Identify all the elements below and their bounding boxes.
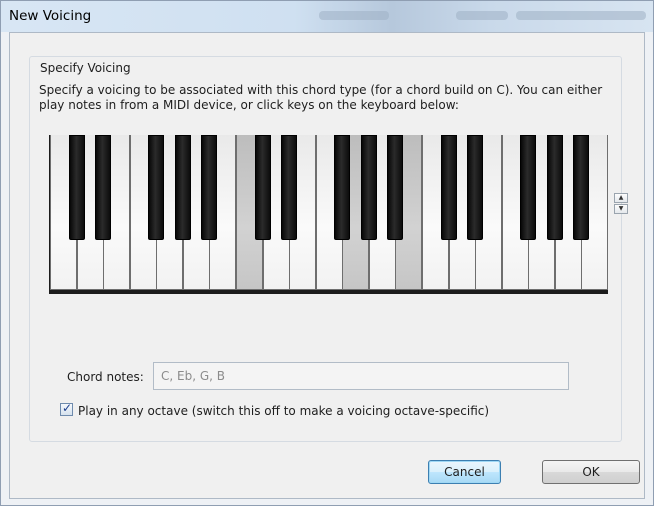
dialog-client-area: Specify Voicing Specify a voicing to be …	[9, 32, 645, 499]
black-key[interactable]	[148, 135, 165, 240]
black-key[interactable]	[440, 135, 457, 240]
black-key[interactable]	[281, 135, 298, 240]
chord-notes-field[interactable]: C, Eb, G, B	[153, 362, 569, 390]
voicing-description: Specify a voicing to be associated with …	[39, 83, 603, 112]
play-any-octave-label[interactable]: Play in any octave (switch this off to m…	[78, 404, 489, 418]
black-key[interactable]	[573, 135, 590, 240]
black-key[interactable]	[467, 135, 484, 240]
blurred-background-title	[516, 11, 646, 20]
piano-keyboard[interactable]	[49, 135, 609, 294]
blurred-background-title	[456, 11, 508, 20]
black-key[interactable]	[546, 135, 563, 240]
spin-down-icon[interactable]: ▼	[614, 204, 628, 214]
window-title: New Voicing	[9, 8, 92, 24]
checkmark-icon: ✓	[62, 401, 73, 415]
title-bar[interactable]: New Voicing	[1, 1, 653, 32]
spin-up-icon[interactable]: ▲	[614, 193, 628, 203]
black-key[interactable]	[68, 135, 85, 240]
group-label: Specify Voicing	[37, 61, 134, 75]
octave-spinner[interactable]: ▲ ▼	[614, 193, 628, 215]
black-key[interactable]	[95, 135, 112, 240]
blurred-background-title	[319, 11, 389, 20]
ok-button[interactable]: OK	[542, 460, 640, 484]
chord-notes-label: Chord notes:	[67, 370, 144, 384]
black-key[interactable]	[360, 135, 377, 240]
cancel-button[interactable]: Cancel	[428, 460, 501, 484]
black-key[interactable]	[254, 135, 271, 240]
play-any-octave-checkbox[interactable]: ✓	[60, 401, 73, 416]
black-key[interactable]	[174, 135, 191, 240]
black-key[interactable]	[387, 135, 404, 240]
black-key[interactable]	[520, 135, 537, 240]
black-key[interactable]	[334, 135, 351, 240]
dialog-window: New Voicing Specify Voicing Specify a vo…	[0, 0, 654, 506]
black-key[interactable]	[201, 135, 218, 240]
